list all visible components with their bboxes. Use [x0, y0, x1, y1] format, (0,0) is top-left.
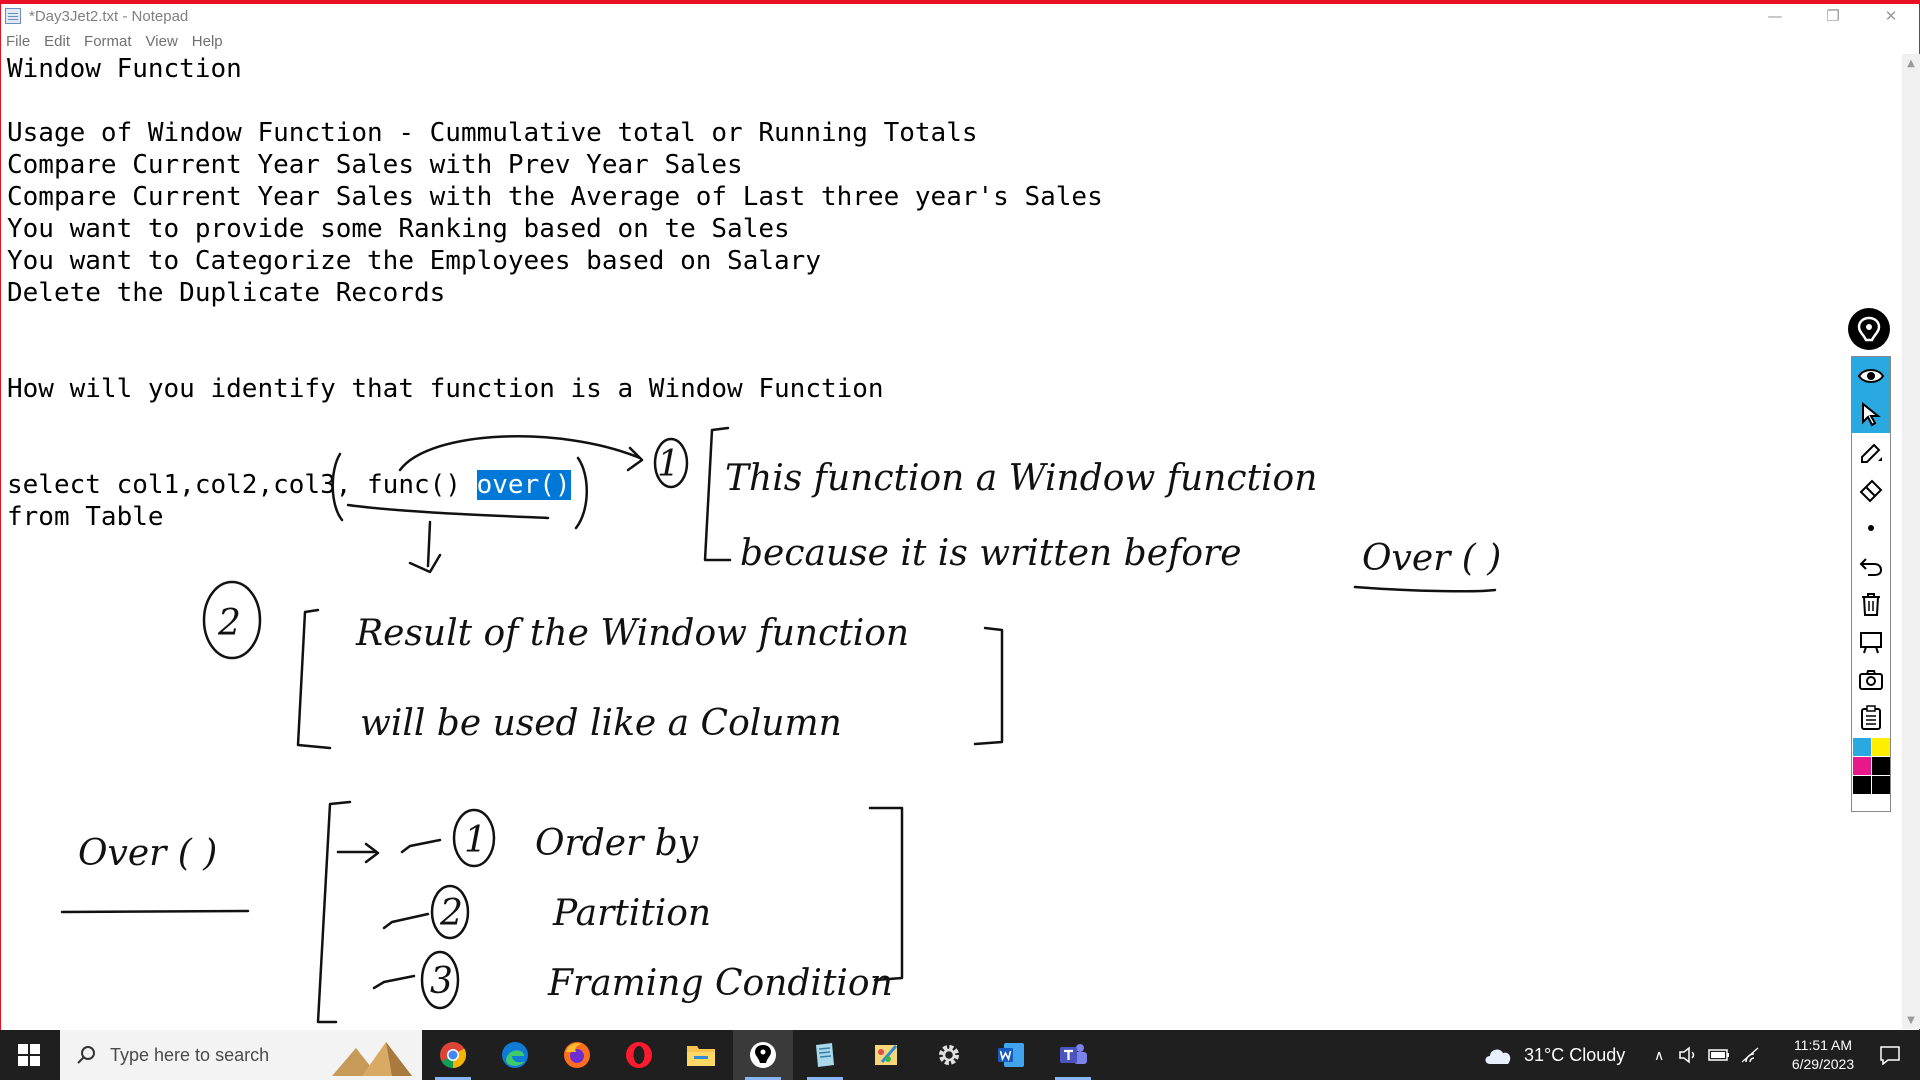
color-swatch-blue[interactable]	[1853, 738, 1871, 756]
trash-icon[interactable]	[1852, 585, 1890, 623]
notepad-icon[interactable]	[795, 1030, 855, 1080]
color-palette	[1853, 738, 1890, 811]
menu-format[interactable]: Format	[84, 33, 132, 50]
color-swatch-yellow[interactable]	[1872, 738, 1890, 756]
firefox-icon[interactable]	[547, 1030, 607, 1080]
windows-logo-icon	[18, 1044, 40, 1066]
text-editor[interactable]: Window Function Usage of Window Function…	[0, 54, 1900, 1029]
start-button[interactable]	[0, 1030, 58, 1080]
window-controls: — ❐ ✕	[1746, 4, 1920, 28]
teams-icon[interactable]	[1043, 1030, 1103, 1080]
color-swatch-magenta[interactable]	[1853, 757, 1871, 775]
color-swatch-black-3[interactable]	[1872, 776, 1890, 794]
battery-icon[interactable]	[1708, 1048, 1730, 1062]
select-text: select col1,col2,col3, func()	[7, 470, 477, 500]
editor-line: from Table	[7, 502, 164, 532]
title-bar[interactable]: *Day3Jet2.txt - Notepad — ❐ ✕	[0, 4, 1920, 28]
vertical-scrollbar[interactable]: ▲ ▼	[1902, 54, 1920, 1029]
clipboard-icon[interactable]	[1852, 699, 1890, 737]
edge-icon[interactable]	[485, 1030, 545, 1080]
eye-icon[interactable]	[1852, 357, 1890, 395]
system-tray: ∧	[1654, 1030, 1760, 1080]
scroll-down-icon[interactable]: ▼	[1902, 1011, 1920, 1029]
search-placeholder: Type here to search	[110, 1044, 270, 1065]
dot-icon[interactable]	[1852, 509, 1890, 547]
clock-time: 11:51 AM	[1793, 1037, 1853, 1053]
editor-line-select: select col1,col2,col3, func() over()	[7, 470, 571, 500]
weather-widget[interactable]: 31°C Cloudy	[1482, 1030, 1625, 1080]
maximize-button[interactable]: ❐	[1804, 4, 1862, 28]
editor-line: Delete the Duplicate Records	[7, 278, 446, 308]
taskbar: Type here to search 31°C Cloudy ∧ 11:51 …	[0, 1030, 1920, 1080]
weather-text: 31°C Cloudy	[1524, 1044, 1626, 1065]
file-explorer-icon[interactable]	[671, 1030, 731, 1080]
cloud-icon	[1485, 1049, 1511, 1064]
pen-app-logo-icon[interactable]	[1848, 308, 1890, 350]
undo-icon[interactable]	[1852, 547, 1890, 585]
selected-text: over()	[476, 470, 571, 500]
editor-line: Compare Current Year Sales with Prev Yea…	[7, 150, 743, 180]
close-button[interactable]: ✕	[1862, 4, 1920, 28]
editor-line: Usage of Window Function - Cummulative t…	[7, 118, 978, 148]
editor-line: Window Function	[7, 54, 242, 84]
scroll-up-icon[interactable]: ▲	[1902, 54, 1920, 72]
menu-bar: File Edit Format View Help	[0, 30, 237, 52]
editor-line: You want to Categorize the Employees bas…	[7, 246, 821, 276]
paint-icon[interactable]	[857, 1030, 917, 1080]
pen-toolbar	[1851, 356, 1891, 812]
eraser-icon[interactable]	[1852, 471, 1890, 509]
wifi-icon[interactable]	[1740, 1046, 1760, 1064]
menu-help[interactable]: Help	[192, 33, 223, 50]
pen-app-icon[interactable]	[733, 1030, 793, 1080]
color-swatch-black[interactable]	[1872, 757, 1890, 775]
menu-view[interactable]: View	[146, 33, 178, 50]
notepad-icon	[5, 8, 21, 24]
word-icon[interactable]	[981, 1030, 1041, 1080]
chrome-icon[interactable]	[423, 1030, 483, 1080]
editor-line: Compare Current Year Sales with the Aver…	[7, 182, 1103, 212]
volume-icon[interactable]	[1678, 1046, 1698, 1064]
board-icon[interactable]	[1852, 623, 1890, 661]
menu-edit[interactable]: Edit	[44, 33, 70, 50]
search-icon	[77, 1046, 95, 1064]
chevron-up-icon[interactable]: ∧	[1654, 1047, 1664, 1064]
menu-file[interactable]: File	[6, 33, 30, 50]
camera-icon[interactable]	[1852, 661, 1890, 699]
editor-line: How will you identify that function is a…	[7, 374, 884, 404]
clock-date: 6/29/2023	[1791, 1056, 1855, 1072]
window-title: *Day3Jet2.txt - Notepad	[29, 7, 189, 25]
notification-icon[interactable]	[1866, 1030, 1914, 1080]
pyramids-icon	[332, 1042, 412, 1076]
taskbar-search[interactable]: Type here to search	[60, 1030, 422, 1080]
pointer-icon[interactable]	[1852, 395, 1890, 433]
color-swatch-black-2[interactable]	[1853, 776, 1871, 794]
settings-icon[interactable]	[919, 1030, 979, 1080]
minimize-button[interactable]: —	[1746, 4, 1804, 28]
clock[interactable]: 11:51 AM 6/29/2023	[1778, 1036, 1868, 1074]
pen-icon[interactable]	[1852, 433, 1890, 471]
opera-icon[interactable]	[609, 1030, 669, 1080]
editor-line: You want to provide some Ranking based o…	[7, 214, 790, 244]
